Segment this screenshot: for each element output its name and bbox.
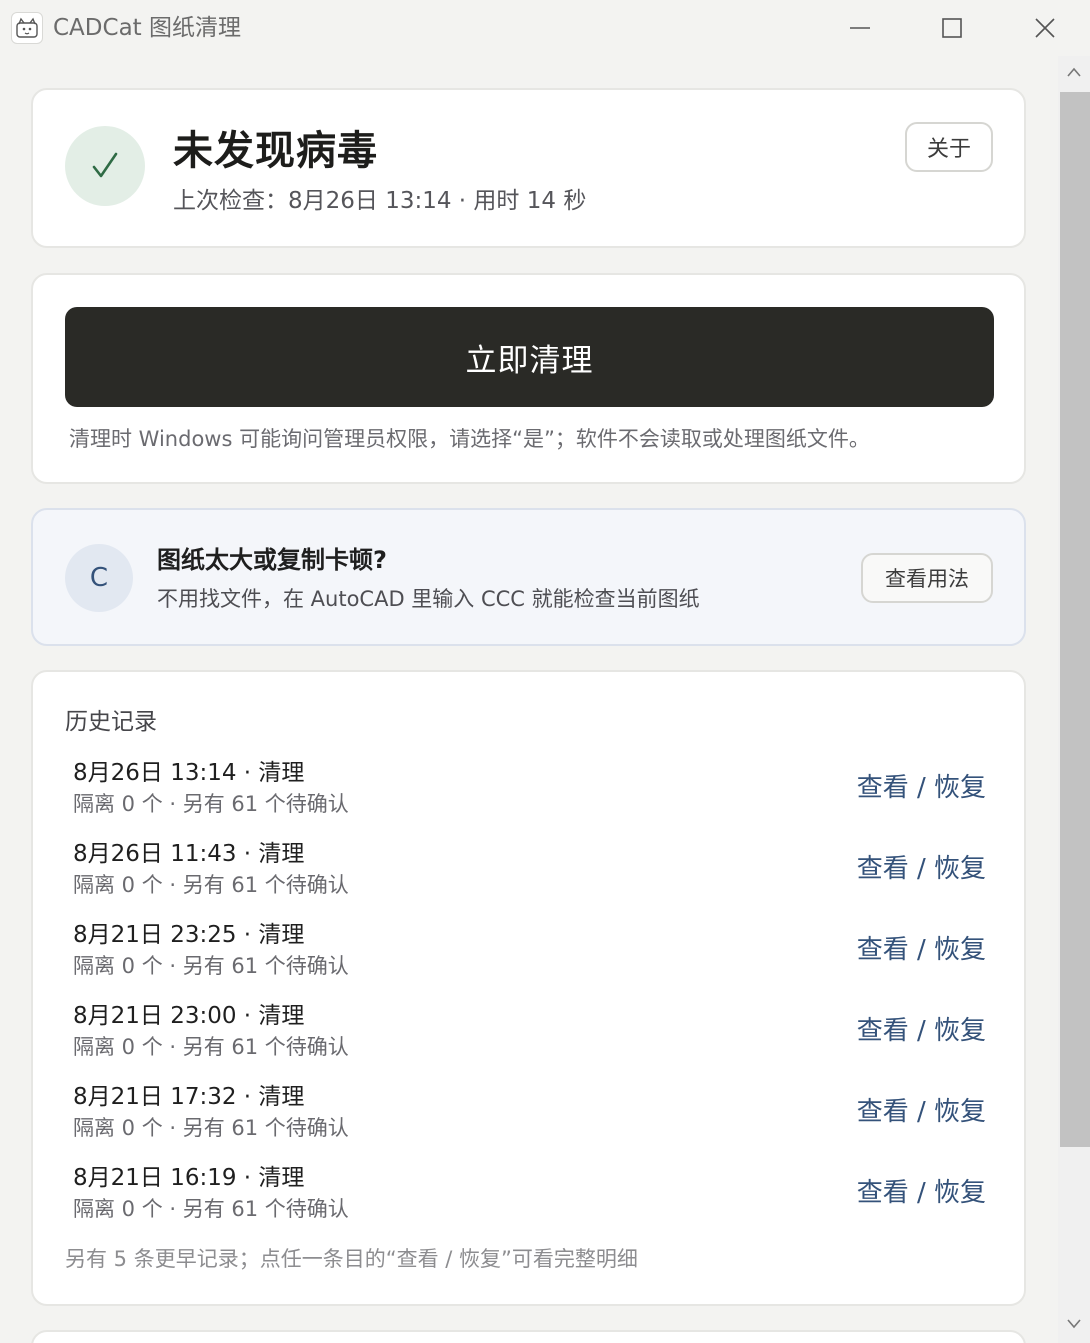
history-detail: 隔离 0 个 · 另有 61 个待确认 bbox=[73, 1116, 349, 1140]
history-row: 8月21日 23:00 · 清理 隔离 0 个 · 另有 61 个待确认 查看 … bbox=[65, 1001, 994, 1082]
history-time: 8月26日 13:14 · 清理 bbox=[73, 760, 305, 786]
window-title: CADCat 图纸清理 bbox=[53, 15, 241, 41]
last-check-info: 上次检查：8月26日 13:14 · 用时 14 秒 bbox=[173, 188, 587, 214]
close-icon bbox=[1035, 18, 1055, 38]
history-detail: 隔离 0 个 · 另有 61 个待确认 bbox=[73, 954, 349, 978]
status-card: 未发现病毒 上次检查：8月26日 13:14 · 用时 14 秒 关于 bbox=[31, 88, 1026, 248]
view-restore-link[interactable]: 查看 / 恢复 bbox=[857, 1177, 986, 1209]
history-detail: 隔离 0 个 · 另有 61 个待确认 bbox=[73, 792, 349, 816]
history-time: 8月26日 11:43 · 清理 bbox=[73, 841, 305, 867]
clean-now-button[interactable]: 立即清理 bbox=[65, 307, 994, 407]
history-row: 8月26日 13:14 · 清理 隔离 0 个 · 另有 61 个待确认 查看 … bbox=[65, 758, 994, 839]
scroll-up-icon[interactable] bbox=[1066, 66, 1082, 78]
check-icon bbox=[92, 152, 118, 178]
history-footer-note: 另有 5 条更早记录；点任一条目的“查看 / 恢复”可看完整明细 bbox=[65, 1247, 638, 1271]
history-row: 8月21日 17:32 · 清理 隔离 0 个 · 另有 61 个待确认 查看 … bbox=[65, 1082, 994, 1163]
minimize-button[interactable] bbox=[838, 8, 882, 48]
clean-note: 清理时 Windows 可能询问管理员权限，请选择“是”；软件不会读取或处理图纸… bbox=[69, 427, 870, 451]
status-title: 未发现病毒 bbox=[173, 128, 378, 174]
next-card bbox=[31, 1330, 1026, 1343]
history-time: 8月21日 17:32 · 清理 bbox=[73, 1084, 305, 1110]
history-detail: 隔离 0 个 · 另有 61 个待确认 bbox=[73, 873, 349, 897]
tip-card: C 图纸太大或复制卡顿? 不用找文件，在 AutoCAD 里输入 CCC 就能检… bbox=[31, 508, 1026, 646]
history-row: 8月21日 16:19 · 清理 隔离 0 个 · 另有 61 个待确认 查看 … bbox=[65, 1163, 994, 1244]
history-row: 8月26日 11:43 · 清理 隔离 0 个 · 另有 61 个待确认 查看 … bbox=[65, 839, 994, 920]
view-restore-link[interactable]: 查看 / 恢复 bbox=[857, 772, 986, 804]
scroll-down-icon[interactable] bbox=[1066, 1318, 1082, 1330]
history-card: 历史记录 8月26日 13:14 · 清理 隔离 0 个 · 另有 61 个待确… bbox=[31, 670, 1026, 1306]
main-content: 未发现病毒 上次检查：8月26日 13:14 · 用时 14 秒 关于 立即清理… bbox=[0, 56, 1058, 1343]
history-row: 8月21日 23:25 · 清理 隔离 0 个 · 另有 61 个待确认 查看 … bbox=[65, 920, 994, 1001]
history-title: 历史记录 bbox=[65, 709, 157, 735]
tip-subtitle: 不用找文件，在 AutoCAD 里输入 CCC 就能检查当前图纸 bbox=[157, 587, 700, 611]
tip-badge: C bbox=[65, 544, 133, 612]
history-time: 8月21日 16:19 · 清理 bbox=[73, 1165, 305, 1191]
app-icon bbox=[11, 12, 43, 44]
tip-title: 图纸太大或复制卡顿? bbox=[157, 546, 387, 574]
status-badge bbox=[65, 126, 145, 206]
history-detail: 隔离 0 个 · 另有 61 个待确认 bbox=[73, 1197, 349, 1221]
history-time: 8月21日 23:00 · 清理 bbox=[73, 1003, 305, 1029]
history-detail: 隔离 0 个 · 另有 61 个待确认 bbox=[73, 1035, 349, 1059]
history-list: 8月26日 13:14 · 清理 隔离 0 个 · 另有 61 个待确认 查看 … bbox=[65, 758, 994, 1244]
view-restore-link[interactable]: 查看 / 恢复 bbox=[857, 934, 986, 966]
scrollbar[interactable] bbox=[1058, 56, 1090, 1343]
about-button[interactable]: 关于 bbox=[905, 122, 993, 172]
view-usage-button[interactable]: 查看用法 bbox=[861, 553, 993, 603]
title-bar: CADCat 图纸清理 bbox=[0, 0, 1090, 56]
view-restore-link[interactable]: 查看 / 恢复 bbox=[857, 1096, 986, 1128]
view-restore-link[interactable]: 查看 / 恢复 bbox=[857, 1015, 986, 1047]
maximize-icon bbox=[942, 18, 962, 38]
history-time: 8月21日 23:25 · 清理 bbox=[73, 922, 305, 948]
close-button[interactable] bbox=[1023, 8, 1067, 48]
view-restore-link[interactable]: 查看 / 恢复 bbox=[857, 853, 986, 885]
scroll-thumb[interactable] bbox=[1060, 92, 1090, 1147]
minimize-icon bbox=[850, 27, 870, 29]
maximize-button[interactable] bbox=[930, 8, 974, 48]
clean-card: 立即清理 清理时 Windows 可能询问管理员权限，请选择“是”；软件不会读取… bbox=[31, 273, 1026, 484]
